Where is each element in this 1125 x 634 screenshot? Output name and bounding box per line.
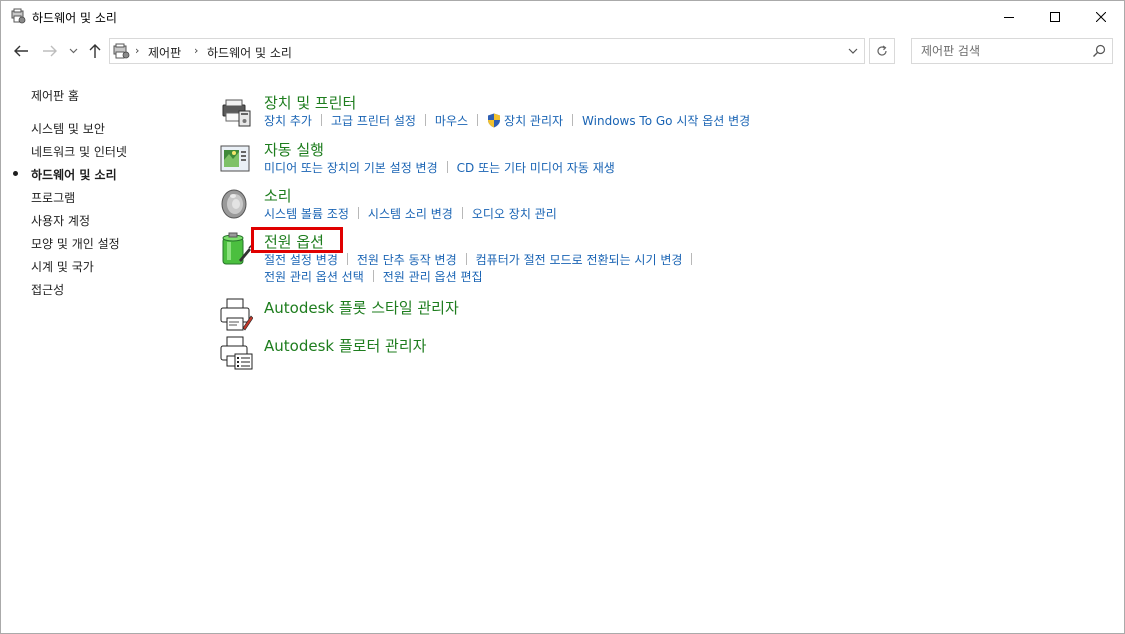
change-sleep-settings-link[interactable]: 절전 설정 변경 xyxy=(264,253,338,267)
autoplay-links: 미디어 또는 장치의 기본 설정 변경 CD 또는 기타 미디어 자동 재생 xyxy=(264,160,615,176)
devices-printers-title[interactable]: 장치 및 프린터 xyxy=(264,93,356,113)
back-arrow-icon xyxy=(14,45,28,57)
speaker-icon xyxy=(219,186,253,220)
highlight-annotation-box xyxy=(251,227,343,253)
autoplay-icon xyxy=(219,140,253,174)
window-title: 하드웨어 및 소리 xyxy=(32,11,117,25)
hardware-sound-icon xyxy=(10,8,26,24)
breadcrumb-separator[interactable]: › xyxy=(135,44,139,57)
devices-printers-icon xyxy=(219,93,253,127)
breadcrumb-separator[interactable]: › xyxy=(194,44,198,57)
advanced-printer-setup-link[interactable]: 고급 프린터 설정 xyxy=(331,114,416,128)
sidebar-item-ease-of-access[interactable]: 접근성 xyxy=(31,281,64,298)
change-media-defaults-link[interactable]: 미디어 또는 장치의 기본 설정 변경 xyxy=(264,161,438,175)
chevron-down-icon xyxy=(69,48,77,54)
change-power-button-link[interactable]: 전원 단추 동작 변경 xyxy=(357,253,457,267)
change-system-sounds-link[interactable]: 시스템 소리 변경 xyxy=(368,207,453,221)
sidebar-item-appearance[interactable]: 모양 및 개인 설정 xyxy=(31,235,120,252)
windows-to-go-link[interactable]: Windows To Go 시작 옵션 변경 xyxy=(582,114,750,128)
breadcrumb-control-panel[interactable]: 제어판 xyxy=(148,44,181,61)
search-input[interactable] xyxy=(912,39,1091,63)
cd-autoplay-link[interactable]: CD 또는 기타 미디어 자동 재생 xyxy=(457,161,615,175)
maximize-icon xyxy=(1050,11,1060,22)
plot-style-manager-icon xyxy=(219,298,254,332)
manage-audio-devices-link[interactable]: 오디오 장치 관리 xyxy=(472,207,557,221)
navigation-bar: › 제어판 › 하드웨어 및 소리 xyxy=(1,32,1124,72)
sidebar-item-clock-region[interactable]: 시계 및 국가 xyxy=(31,258,94,275)
power-options-icon xyxy=(219,232,253,266)
control-panel-home-link[interactable]: 제어판 홈 xyxy=(31,87,79,104)
uac-shield-icon xyxy=(487,113,501,128)
search-icon[interactable] xyxy=(1092,44,1106,58)
forward-button[interactable] xyxy=(40,41,60,61)
up-arrow-icon xyxy=(89,44,101,58)
sidebar-item-user-accounts[interactable]: 사용자 계정 xyxy=(31,212,90,229)
change-sleep-time-link[interactable]: 컴퓨터가 절전 모드로 전환되는 시기 변경 xyxy=(476,253,683,267)
autoplay-title[interactable]: 자동 실행 xyxy=(264,140,324,160)
choose-power-plan-link[interactable]: 전원 관리 옵션 선택 xyxy=(264,270,364,284)
chevron-down-icon xyxy=(848,48,858,54)
minimize-icon xyxy=(1004,16,1014,18)
control-panel-window: 하드웨어 및 소리 › 제어판 › 하드웨어 및 소리 제어판 검색 제어판 홈… xyxy=(0,0,1125,634)
plotter-manager-title[interactable]: Autodesk 플로터 관리자 xyxy=(264,336,426,356)
search-box[interactable] xyxy=(911,38,1113,64)
edit-power-plan-link[interactable]: 전원 관리 옵션 편집 xyxy=(383,270,483,284)
plot-style-manager-title[interactable]: Autodesk 플롯 스타일 관리자 xyxy=(264,298,459,318)
power-options-links-row1: 절전 설정 변경 전원 단추 동작 변경 컴퓨터가 절전 모드로 전환되는 시기 변… xyxy=(264,252,701,268)
sound-title[interactable]: 소리 xyxy=(264,186,292,206)
plotter-manager-icon xyxy=(219,336,253,370)
devices-printers-links: 장치 추가 고급 프린터 설정 마우스 장치 관리자 Windows To Go 시작 … xyxy=(264,113,750,129)
device-manager-link[interactable]: 장치 관리자 xyxy=(504,114,563,128)
sound-links: 시스템 볼륨 조정 시스템 소리 변경 오디오 장치 관리 xyxy=(264,206,557,222)
sidebar-item-network-internet[interactable]: 네트워크 및 인터넷 xyxy=(31,143,127,160)
refresh-icon xyxy=(877,45,887,56)
title-bar: 하드웨어 및 소리 xyxy=(1,1,1124,32)
mouse-link[interactable]: 마우스 xyxy=(435,114,468,128)
address-dropdown-button[interactable] xyxy=(842,38,864,64)
recent-locations-button[interactable] xyxy=(66,41,80,61)
up-button[interactable] xyxy=(85,41,105,61)
address-bar[interactable]: › 제어판 › 하드웨어 및 소리 xyxy=(109,38,865,64)
breadcrumb-hardware-sound[interactable]: 하드웨어 및 소리 xyxy=(207,44,292,61)
control-panel-icon xyxy=(113,43,131,59)
power-options-links-row2: 전원 관리 옵션 선택 전원 관리 옵션 편집 xyxy=(264,269,483,285)
add-device-link[interactable]: 장치 추가 xyxy=(264,114,312,128)
sidebar-item-system-security[interactable]: 시스템 및 보안 xyxy=(31,120,105,137)
close-button[interactable] xyxy=(1078,1,1124,32)
forward-arrow-icon xyxy=(43,45,57,57)
adjust-system-volume-link[interactable]: 시스템 볼륨 조정 xyxy=(264,207,349,221)
maximize-button[interactable] xyxy=(1032,1,1078,32)
close-icon xyxy=(1096,11,1106,22)
back-button[interactable] xyxy=(11,41,31,61)
sidebar-item-programs[interactable]: 프로그램 xyxy=(31,189,75,206)
minimize-button[interactable] xyxy=(986,1,1032,32)
sidebar-item-hardware-sound[interactable]: 하드웨어 및 소리 xyxy=(31,166,117,183)
current-item-bullet xyxy=(13,171,18,176)
refresh-button[interactable] xyxy=(869,38,895,64)
